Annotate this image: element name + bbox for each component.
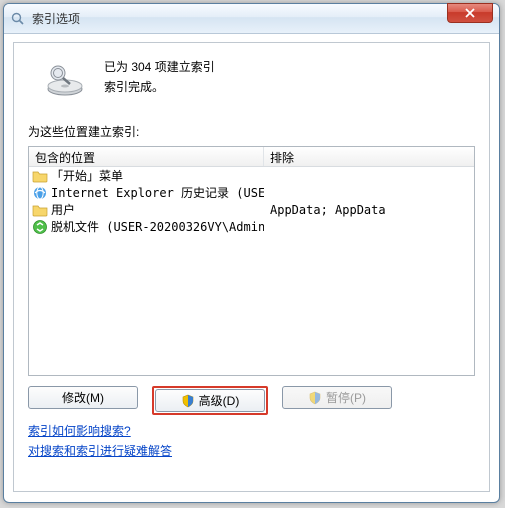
- list-item[interactable]: 脱机文件 (USER-20200326VY\Admin...: [29, 218, 474, 235]
- item-label: 「开始」菜单: [51, 167, 123, 184]
- list-item[interactable]: 「开始」菜单: [29, 167, 474, 184]
- item-exclude: AppData; AppData: [264, 203, 474, 217]
- list-body: 「开始」菜单 Internet Explorer 历史记录 (USE...: [29, 167, 474, 375]
- advanced-button[interactable]: 高级(D): [155, 389, 265, 412]
- advanced-highlight: 高级(D): [152, 386, 268, 415]
- list-header: 包含的位置 排除: [29, 147, 474, 167]
- status-row: 已为 304 项建立索引 索引完成。: [28, 55, 475, 101]
- index-complete-text: 索引完成。: [104, 77, 215, 97]
- button-row: 修改(M) 高级(D): [28, 386, 475, 415]
- locations-list[interactable]: 包含的位置 排除 「开始」菜单: [28, 146, 475, 376]
- dialog-body: 已为 304 项建立索引 索引完成。 为这些位置建立索引: 包含的位置 排除 「…: [13, 42, 490, 492]
- indexing-options-window: 索引选项 已为 304 项建立索引 索引完成。: [3, 3, 500, 503]
- item-label: 脱机文件 (USER-20200326VY\Admin...: [51, 218, 264, 235]
- pause-button: 暂停(P): [282, 386, 392, 409]
- shield-icon: [308, 391, 322, 405]
- titlebar[interactable]: 索引选项: [4, 4, 499, 34]
- help-links: 索引如何影响搜索? 对搜索和索引进行疑难解答: [28, 421, 475, 461]
- close-button[interactable]: [447, 3, 493, 23]
- help-link-search[interactable]: 索引如何影响搜索?: [28, 421, 475, 441]
- modify-button[interactable]: 修改(M): [28, 386, 138, 409]
- list-item[interactable]: 用户 AppData; AppData: [29, 201, 474, 218]
- search-icon: [10, 11, 26, 27]
- index-disk-icon: [44, 59, 86, 101]
- folder-icon: [32, 202, 48, 218]
- ie-icon: [32, 185, 48, 201]
- item-label: 用户: [51, 201, 75, 218]
- list-item[interactable]: Internet Explorer 历史记录 (USE...: [29, 184, 474, 201]
- window-title: 索引选项: [32, 10, 493, 27]
- offline-files-icon: [32, 219, 48, 235]
- help-link-troubleshoot[interactable]: 对搜索和索引进行疑难解答: [28, 441, 475, 461]
- column-excluded[interactable]: 排除: [264, 147, 474, 166]
- shield-icon: [181, 394, 195, 408]
- close-icon: [465, 8, 475, 18]
- column-included[interactable]: 包含的位置: [29, 147, 264, 166]
- status-text: 已为 304 项建立索引 索引完成。: [104, 55, 215, 97]
- item-label: Internet Explorer 历史记录 (USE...: [51, 184, 264, 201]
- indexed-count-text: 已为 304 项建立索引: [104, 57, 215, 77]
- locations-label: 为这些位置建立索引:: [28, 123, 475, 140]
- folder-icon: [32, 168, 48, 184]
